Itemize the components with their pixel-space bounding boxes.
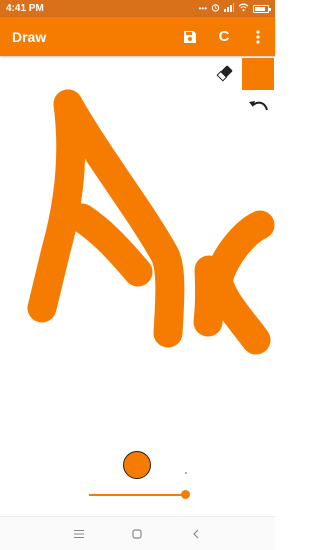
drawing-canvas[interactable] [0, 56, 275, 430]
app-title: Draw [12, 28, 47, 45]
status-time: 4:41 PM [6, 3, 44, 14]
overflow-menu-button[interactable] [241, 17, 275, 56]
wifi-icon [238, 3, 249, 14]
brush-size-preview [123, 451, 151, 479]
recent-apps-icon [74, 529, 85, 538]
drawn-stroke-a [27, 89, 185, 348]
clear-button[interactable]: C [207, 17, 241, 56]
save-icon [184, 30, 196, 43]
signal-icon [224, 3, 234, 14]
recent-apps-button[interactable] [67, 524, 91, 544]
slider-track [89, 494, 185, 496]
alarm-icon [211, 3, 220, 14]
status-icons: ••• [198, 3, 271, 14]
home-icon [132, 528, 143, 539]
color-picker-swatch[interactable] [242, 58, 274, 90]
more-vert-icon [256, 29, 260, 44]
more-dots-icon: ••• [198, 4, 207, 13]
eraser-icon [216, 65, 233, 82]
app-bar: Draw C [0, 17, 275, 56]
slider-thumb[interactable] [180, 490, 190, 499]
undo-icon [249, 101, 268, 111]
undo-button[interactable] [246, 96, 270, 118]
system-nav-bar [0, 516, 275, 550]
drawn-stroke-k [193, 210, 275, 355]
eraser-button[interactable] [214, 62, 236, 84]
canvas-dot [185, 472, 187, 474]
back-button[interactable] [184, 524, 208, 544]
back-icon [192, 529, 199, 538]
home-button[interactable] [125, 524, 149, 544]
battery-icon [253, 4, 271, 13]
save-button[interactable] [173, 17, 207, 56]
status-bar: 4:41 PM ••• [0, 0, 275, 17]
brush-size-slider[interactable] [89, 489, 190, 501]
